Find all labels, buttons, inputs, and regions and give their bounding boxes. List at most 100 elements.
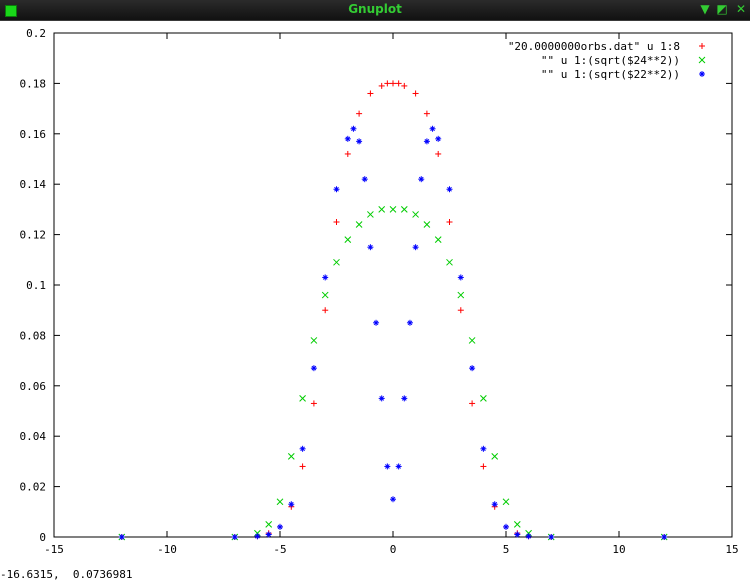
legend-entry-series-1: "20.0000000orbs.dat" u 1:8 <box>508 40 680 53</box>
legend-entry-series-2: "" u 1:(sqrt($24**2)) <box>541 54 680 67</box>
maximize-button[interactable]: ◩ <box>714 1 730 17</box>
series-1-point <box>412 90 419 97</box>
series-1-point <box>310 400 317 407</box>
series-3-point <box>446 186 453 193</box>
series-2-point <box>367 211 374 218</box>
series-2-point <box>265 521 273 528</box>
series-1-point <box>333 219 340 225</box>
y-tick-label: 0.14 <box>20 178 47 191</box>
series-1-points <box>118 80 668 540</box>
y-tick-label: 0.04 <box>20 430 47 443</box>
y-tick-label: 0 <box>39 531 46 544</box>
series-2-point <box>513 521 521 528</box>
legend-marker-series-2 <box>698 56 706 64</box>
series-2-point <box>502 498 510 506</box>
series-3-point <box>378 395 385 402</box>
series-3-point <box>480 445 487 452</box>
series-2-point <box>310 337 318 344</box>
minimize-button[interactable]: ▼ <box>697 1 713 17</box>
series-3-point <box>457 274 464 281</box>
series-3-point <box>412 244 419 251</box>
close-button[interactable]: ✕ <box>733 1 749 17</box>
series-2-point <box>480 395 487 402</box>
series-2-point <box>423 221 431 228</box>
series-2-points <box>118 206 668 541</box>
series-3-point <box>344 135 351 142</box>
legend-entry-series-3: "" u 1:(sqrt($22**2)) <box>541 68 680 81</box>
series-1-point <box>378 82 385 89</box>
series-2-point <box>412 211 419 218</box>
series-2-point <box>344 236 352 243</box>
x-tick-label: -10 <box>157 543 177 556</box>
series-3-point <box>367 244 374 251</box>
series-1-point <box>469 400 476 407</box>
series-1-point <box>446 219 453 225</box>
series-2-point <box>321 291 329 299</box>
series-2-point <box>446 258 453 266</box>
series-1-point <box>457 307 464 314</box>
series-2-point <box>491 453 499 460</box>
series-1-point <box>401 82 408 89</box>
series-1-point <box>435 150 442 157</box>
y-tick-label: 0.2 <box>26 27 46 40</box>
x-tick-label: -5 <box>273 543 286 556</box>
series-2-point <box>400 206 408 213</box>
series-3-point <box>384 463 391 470</box>
plot-frame <box>53 32 733 538</box>
series-3-point <box>429 125 436 132</box>
series-3-point <box>361 176 368 183</box>
y-tick-label: 0.06 <box>20 380 47 393</box>
y-tick-label: 0.08 <box>20 329 47 342</box>
series-3-point <box>299 445 306 452</box>
series-2-point <box>378 206 386 213</box>
series-3-point <box>401 395 408 402</box>
mouse-coordinates-readout: -16.6315, 0.0736981 <box>0 568 133 581</box>
series-2-point <box>299 395 306 402</box>
series-3-point <box>406 319 413 326</box>
series-2-point <box>457 291 465 299</box>
series-1-point <box>384 80 391 87</box>
series-3-point <box>418 176 425 183</box>
plot-canvas[interactable]: -15 -10 -5 0 5 10 15 0 0.02 0.04 0.06 0.08 0.1 0.12 0.… <box>0 20 750 568</box>
series-1-point <box>322 307 329 314</box>
series-3-point <box>423 138 430 145</box>
series-3-point <box>333 186 340 193</box>
series-1-point <box>367 90 374 97</box>
y-tick-label: 0.12 <box>20 229 47 242</box>
series-3-point <box>373 319 380 326</box>
series-3-point <box>503 523 509 530</box>
series-3-point <box>525 533 532 540</box>
y-tick-label: 0.18 <box>20 77 47 90</box>
series-2-point <box>355 221 363 228</box>
series-1-point <box>390 80 396 87</box>
series-3-point <box>350 125 357 132</box>
series-2-point <box>287 453 295 460</box>
series-1-point <box>299 463 306 470</box>
series-2-point <box>333 258 340 266</box>
series-2-point <box>276 498 284 506</box>
series-2-point <box>389 206 397 213</box>
y-tick-label: 0.16 <box>20 128 47 141</box>
x-tick-label: 0 <box>390 543 397 556</box>
series-1-point <box>344 150 351 157</box>
series-3-point <box>277 523 283 530</box>
series-3-point <box>469 365 476 372</box>
series-2-point <box>434 236 442 243</box>
series-3-point <box>322 274 329 281</box>
series-1-point <box>480 463 487 470</box>
series-3-point <box>395 463 402 470</box>
series-3-point <box>390 496 396 503</box>
series-2-point <box>468 337 476 344</box>
series-3-point <box>310 365 317 372</box>
series-3-points <box>118 125 668 540</box>
x-tick-label: -15 <box>44 543 64 556</box>
legend-marker-series-1 <box>699 43 705 49</box>
series-3-point <box>356 138 363 145</box>
x-tick-label: 10 <box>612 543 625 556</box>
series-1-point <box>395 80 402 87</box>
window-titlebar: Gnuplot ▼ ◩ ✕ <box>0 0 750 21</box>
x-tick-label: 5 <box>503 543 510 556</box>
series-1-point <box>423 110 430 117</box>
window-title: Gnuplot <box>348 2 402 16</box>
series-3-point <box>254 533 261 540</box>
